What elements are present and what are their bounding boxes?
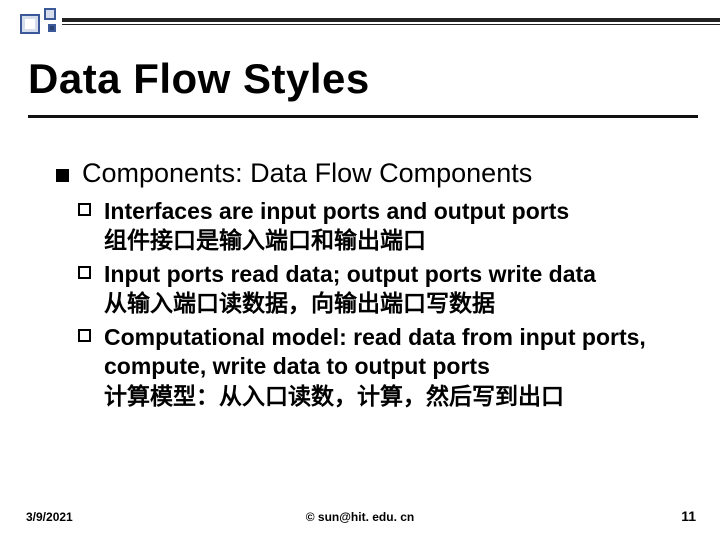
bullet-level2: Input ports read data; output ports writ… (56, 260, 692, 319)
body-content: Components: Data Flow Components Interfa… (56, 158, 692, 411)
page-number: 11 (681, 508, 696, 524)
divider (62, 18, 720, 22)
hollow-square-icon (78, 329, 91, 342)
square-icon (44, 8, 56, 20)
footer-copyright: © sun@hit. edu. cn (0, 510, 720, 524)
bullet-cn: 从输入端口读数据，向输出端口写数据 (104, 290, 495, 316)
bullet-level2: Computational model: read data from inpu… (56, 323, 692, 411)
hollow-square-icon (78, 203, 91, 216)
divider (28, 115, 698, 118)
bullet-en: Interfaces are input ports and output po… (104, 198, 569, 224)
divider (62, 24, 720, 25)
bullet-cn: 计算模型：从入口读数，计算，然后写到出口 (104, 383, 564, 409)
hollow-square-icon (78, 266, 91, 279)
slide: Data Flow Styles Components: Data Flow C… (0, 0, 720, 540)
bullet-en: Computational model: read data from inpu… (104, 324, 646, 379)
square-icon (20, 14, 40, 34)
bullet-cn: 组件接口是输入端口和输出端口 (104, 227, 426, 253)
bullet-level2: Interfaces are input ports and output po… (56, 197, 692, 256)
slide-title: Data Flow Styles (28, 55, 370, 103)
footer: 3/9/2021 © sun@hit. edu. cn 11 (0, 504, 720, 524)
square-icon (48, 24, 56, 32)
bullet-level1: Components: Data Flow Components (56, 158, 692, 189)
bullet-en: Input ports read data; output ports writ… (104, 261, 596, 287)
